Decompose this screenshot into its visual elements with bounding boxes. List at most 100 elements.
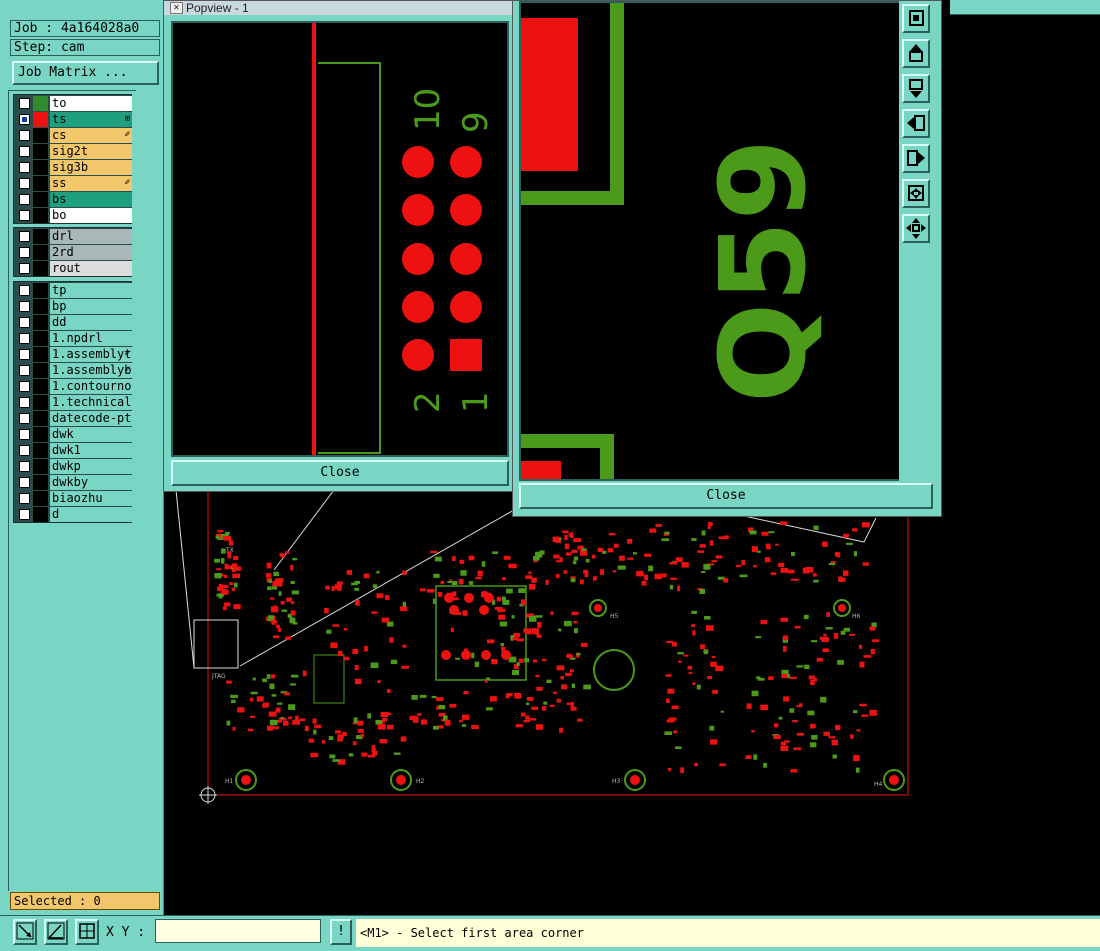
layer-name[interactable]: to (50, 96, 132, 111)
layer-name[interactable]: 2rd (50, 245, 132, 260)
layer-row[interactable]: ts ⊞ (15, 112, 132, 127)
layer-color-swatch[interactable] (33, 261, 48, 276)
layer-color-swatch[interactable] (33, 347, 48, 362)
message-button[interactable]: ! (330, 919, 352, 945)
layer-name[interactable]: ss ✐ (50, 176, 132, 191)
layer-color-swatch[interactable] (33, 427, 48, 442)
layer-name[interactable]: dwk1 (50, 443, 132, 458)
layer-row[interactable]: drl (15, 229, 132, 244)
layer-name[interactable]: 1.assemblyt ✐ (50, 347, 132, 362)
layer-name[interactable]: d (50, 507, 132, 522)
layer-name[interactable]: dd (50, 315, 132, 330)
layer-row[interactable]: rout (15, 261, 132, 276)
layer-color-swatch[interactable] (33, 176, 48, 191)
layer-checkbox[interactable] (19, 365, 30, 376)
layer-row[interactable]: biaozhu (15, 491, 132, 506)
layer-checkbox[interactable] (19, 162, 30, 173)
layer-color-swatch[interactable] (33, 315, 48, 330)
layer-name[interactable]: sig3b (50, 160, 132, 175)
layer-row[interactable]: to (15, 96, 132, 111)
layer-row[interactable]: bo (15, 208, 132, 223)
layer-row[interactable]: dwk1 (15, 443, 132, 458)
layer-row[interactable]: dwk (15, 427, 132, 442)
popview-2-window[interactable]: Q59 Close (512, 0, 942, 517)
popview-2-close-button[interactable]: Close (519, 483, 933, 509)
layer-checkbox[interactable] (19, 445, 30, 456)
layer-checkbox[interactable] (19, 333, 30, 344)
layer-row[interactable]: dwkby (15, 475, 132, 490)
popview-1-close-button[interactable]: Close (171, 460, 509, 486)
layer-checkbox[interactable] (19, 317, 30, 328)
layer-checkbox[interactable] (19, 509, 30, 520)
layer-checkbox[interactable] (19, 114, 30, 125)
job-field[interactable]: Job : 4a164028a0 (10, 20, 160, 37)
layer-checkbox[interactable] (19, 285, 30, 296)
layer-row[interactable]: bp (15, 299, 132, 314)
popview-1-window[interactable]: ✕ Popview - 1 10 9 2 1 Close (163, 0, 514, 492)
layer-name[interactable]: drl (50, 229, 132, 244)
layer-checkbox[interactable] (19, 381, 30, 392)
fit-view-icon[interactable] (902, 4, 930, 33)
layer-name[interactable]: 1.technicals (50, 395, 132, 410)
layer-checkbox[interactable] (19, 98, 30, 109)
layer-color-swatch[interactable] (33, 363, 48, 378)
layer-color-swatch[interactable] (33, 475, 48, 490)
layer-checkbox[interactable] (19, 263, 30, 274)
layer-row[interactable]: 1.npdrl (15, 331, 132, 346)
layer-checkbox[interactable] (19, 397, 30, 408)
step-field[interactable]: Step: cam (10, 39, 160, 56)
layer-name[interactable]: dwkp (50, 459, 132, 474)
layer-name[interactable]: 1.assemblyb ✐ (50, 363, 132, 378)
layer-name[interactable]: rout (50, 261, 132, 276)
layer-checkbox[interactable] (19, 429, 30, 440)
layer-checkbox[interactable] (19, 231, 30, 242)
layer-row[interactable]: 2rd (15, 245, 132, 260)
layer-row[interactable]: 1.assemblyt ✐ (15, 347, 132, 362)
layer-row[interactable]: 1.contournot (15, 379, 132, 394)
layer-color-swatch[interactable] (33, 411, 48, 426)
layer-name[interactable]: 1.contournot (50, 379, 132, 394)
layer-name[interactable]: bo (50, 208, 132, 223)
popview-1-canvas[interactable]: 10 9 2 1 (171, 21, 509, 457)
layer-row[interactable]: d (15, 507, 132, 522)
layer-color-swatch[interactable] (33, 443, 48, 458)
layer-color-swatch[interactable] (33, 491, 48, 506)
pcb-board-view[interactable]: H1 H2 H3 H4 H5 H6 TX JTAG (164, 490, 1100, 915)
layer-name[interactable]: 1.npdrl (50, 331, 132, 346)
layer-checkbox[interactable] (19, 349, 30, 360)
job-matrix-button[interactable]: Job Matrix ... (12, 61, 159, 85)
layer-color-swatch[interactable] (33, 192, 48, 207)
layer-name[interactable]: cs ✐ (50, 128, 132, 143)
layer-color-swatch[interactable] (33, 160, 48, 175)
layer-color-swatch[interactable] (33, 395, 48, 410)
layer-color-swatch[interactable] (33, 208, 48, 223)
layer-checkbox[interactable] (19, 178, 30, 189)
layer-checkbox[interactable] (19, 130, 30, 141)
popview-2-canvas[interactable]: Q59 (519, 1, 901, 481)
zoom-in-icon[interactable] (902, 179, 930, 208)
layer-row[interactable]: sig2t (15, 144, 132, 159)
layer-color-swatch[interactable] (33, 128, 48, 143)
angle-measure-icon[interactable] (44, 919, 68, 945)
layer-color-swatch[interactable] (33, 283, 48, 298)
layer-checkbox[interactable] (19, 461, 30, 472)
measure-icon[interactable] (13, 919, 37, 945)
layer-checkbox[interactable] (19, 301, 30, 312)
layer-checkbox[interactable] (19, 413, 30, 424)
coordinate-input[interactable] (155, 919, 321, 943)
layer-checkbox[interactable] (19, 146, 30, 157)
layer-color-swatch[interactable] (33, 459, 48, 474)
layer-row[interactable]: 1.assemblyb ✐ (15, 363, 132, 378)
layer-checkbox[interactable] (19, 493, 30, 504)
layer-name[interactable]: bp (50, 299, 132, 314)
layer-checkbox[interactable] (19, 247, 30, 258)
layer-row[interactable]: ss ✐ (15, 176, 132, 191)
layer-row[interactable]: cs ✐ (15, 128, 132, 143)
layer-name[interactable]: dwk (50, 427, 132, 442)
layer-checkbox[interactable] (19, 477, 30, 488)
layer-name[interactable]: dwkby (50, 475, 132, 490)
layer-color-swatch[interactable] (33, 331, 48, 346)
grid-icon[interactable] (75, 919, 99, 945)
layer-row[interactable]: datecode-pte (15, 411, 132, 426)
layer-color-swatch[interactable] (33, 144, 48, 159)
